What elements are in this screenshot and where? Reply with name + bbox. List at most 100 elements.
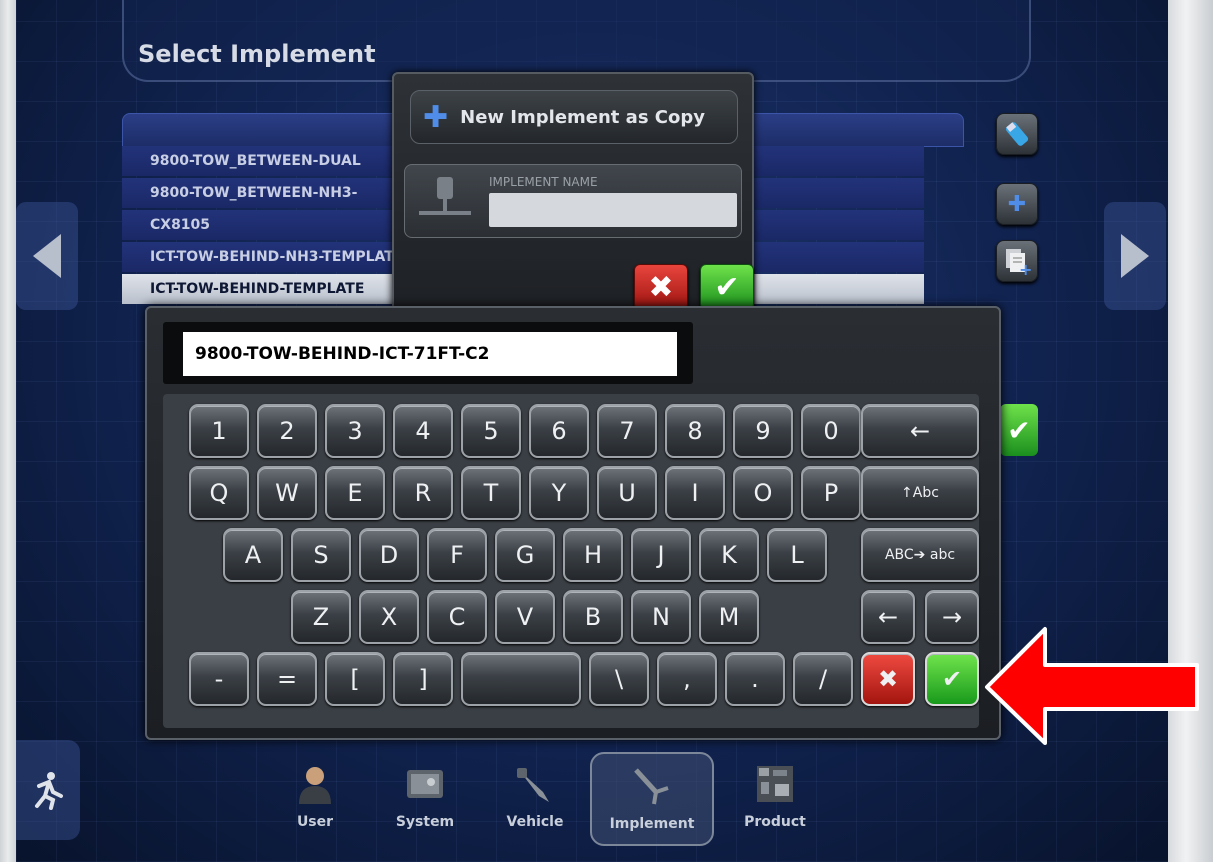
key-equals[interactable]: = <box>257 652 317 706</box>
keyboard-text-input[interactable]: 9800-TOW-BEHIND-ICT-71FT-C2 <box>183 332 677 376</box>
key-p[interactable]: P <box>801 466 861 520</box>
case-toggle-key[interactable]: ABC➔ abc <box>861 528 979 582</box>
key-c[interactable]: C <box>427 590 487 644</box>
implement-name-label: IMPLEMENT NAME <box>489 175 598 189</box>
implement-name-group: IMPLEMENT NAME <box>404 164 742 238</box>
key-q[interactable]: Q <box>189 466 249 520</box>
cursor-right-key[interactable]: → <box>925 590 979 644</box>
key-t[interactable]: T <box>461 466 521 520</box>
key-9[interactable]: 9 <box>733 404 793 458</box>
key-i[interactable]: I <box>665 466 725 520</box>
key-0[interactable]: 0 <box>801 404 861 458</box>
key-bracket-right[interactable]: ] <box>393 652 453 706</box>
key-slash[interactable]: / <box>793 652 853 706</box>
key-f[interactable]: F <box>427 528 487 582</box>
tab-vehicle[interactable]: Vehicle <box>480 752 590 846</box>
key-v[interactable]: V <box>495 590 555 644</box>
key-d[interactable]: D <box>359 528 419 582</box>
implement-name-field[interactable] <box>489 193 737 227</box>
key-r[interactable]: R <box>393 466 453 520</box>
dialog-title: New Implement as Copy <box>460 106 705 128</box>
add-implement-button[interactable]: ✚ <box>996 183 1038 225</box>
key-6[interactable]: 6 <box>529 404 589 458</box>
plus-icon: ✚ <box>423 99 449 135</box>
backspace-key[interactable]: ← <box>861 404 979 458</box>
exit-button[interactable] <box>16 740 80 840</box>
key-x[interactable]: X <box>359 590 419 644</box>
product-icon <box>757 766 793 802</box>
key-backslash[interactable]: \ <box>589 652 649 706</box>
key-4[interactable]: 4 <box>393 404 453 458</box>
key-s[interactable]: S <box>291 528 351 582</box>
key-y[interactable]: Y <box>529 466 589 520</box>
key-7[interactable]: 7 <box>597 404 657 458</box>
running-person-icon <box>35 772 63 810</box>
key-k[interactable]: K <box>699 528 759 582</box>
key-e[interactable]: E <box>325 466 385 520</box>
system-icon <box>407 770 443 798</box>
key-b[interactable]: B <box>563 590 623 644</box>
vehicle-icon <box>517 768 549 802</box>
copy-document-plus-icon: + <box>1006 249 1032 276</box>
key-o[interactable]: O <box>733 466 793 520</box>
keyboard-cancel-button[interactable]: ✖ <box>861 652 915 706</box>
previous-page-button[interactable] <box>16 202 78 310</box>
key-u[interactable]: U <box>597 466 657 520</box>
tab-label: User <box>296 814 334 830</box>
checkmark-icon: ✔ <box>714 269 740 305</box>
list-accept-button[interactable]: ✔ <box>1000 404 1038 456</box>
key-z[interactable]: Z <box>291 590 351 644</box>
next-page-button[interactable] <box>1104 202 1166 310</box>
key-n[interactable]: N <box>631 590 691 644</box>
cursor-left-key[interactable]: ← <box>861 590 915 644</box>
shift-key[interactable]: ↑Abc <box>861 466 979 520</box>
keyboard-accept-button[interactable]: ✔ <box>925 652 979 706</box>
tab-product[interactable]: Product <box>720 752 830 846</box>
on-screen-keyboard: 9800-TOW-BEHIND-ICT-71FT-C2 1 2 3 4 5 6 7 8 9 0 ← Q… <box>145 306 1001 740</box>
key-3[interactable]: 3 <box>325 404 385 458</box>
key-j[interactable]: J <box>631 528 691 582</box>
key-5[interactable]: 5 <box>461 404 521 458</box>
key-g[interactable]: G <box>495 528 555 582</box>
copy-implement-button[interactable]: + <box>996 240 1038 282</box>
key-minus[interactable]: - <box>189 652 249 706</box>
dialog-cancel-button[interactable]: ✖ <box>634 264 688 310</box>
tab-label: Product <box>744 814 806 830</box>
key-1[interactable]: 1 <box>189 404 249 458</box>
tab-label: System <box>395 814 455 830</box>
key-h[interactable]: H <box>563 528 623 582</box>
implement-icon <box>419 177 471 215</box>
tab-system[interactable]: System <box>370 752 480 846</box>
copy-implement-dialog: ✚ New Implement as Copy IMPLEMENT NAME ✖… <box>392 72 754 326</box>
dialog-title-bar[interactable]: ✚ New Implement as Copy <box>410 90 738 144</box>
user-icon <box>299 767 331 804</box>
usb-stick-icon <box>1005 122 1029 146</box>
key-bracket-left[interactable]: [ <box>325 652 385 706</box>
arrow-left-icon <box>33 234 61 278</box>
plus-icon: ✚ <box>1007 191 1027 217</box>
svg-text:+: + <box>1019 260 1032 276</box>
key-a[interactable]: A <box>223 528 283 582</box>
page-title: Select Implement <box>138 40 376 68</box>
key-8[interactable]: 8 <box>665 404 725 458</box>
usb-button[interactable] <box>996 113 1038 155</box>
key-l[interactable]: L <box>767 528 827 582</box>
tab-user[interactable]: User <box>260 752 370 846</box>
arrow-right-icon <box>1121 234 1149 278</box>
annotation-arrow-icon <box>985 627 1199 745</box>
key-m[interactable]: M <box>699 590 759 644</box>
space-key[interactable] <box>461 652 581 706</box>
keyboard-input-frame: 9800-TOW-BEHIND-ICT-71FT-C2 <box>163 322 693 384</box>
keyboard-keys-area: 1 2 3 4 5 6 7 8 9 0 ← Q W E R T Y U I O P ↑Abc A S D F G H J K L ABC➔ a… <box>163 394 979 728</box>
bottom-tab-bar: User System Vehicle Implement Product <box>200 752 950 862</box>
key-2[interactable]: 2 <box>257 404 317 458</box>
dialog-ok-button[interactable]: ✔ <box>700 264 754 310</box>
key-period[interactable]: . <box>725 652 785 706</box>
tab-label: Vehicle <box>506 814 564 830</box>
key-comma[interactable]: , <box>657 652 717 706</box>
tab-implement[interactable]: Implement <box>590 752 714 846</box>
tab-label: Implement <box>609 816 695 832</box>
key-w[interactable]: W <box>257 466 317 520</box>
close-icon: ✖ <box>648 269 674 305</box>
implement-icon <box>634 768 669 805</box>
